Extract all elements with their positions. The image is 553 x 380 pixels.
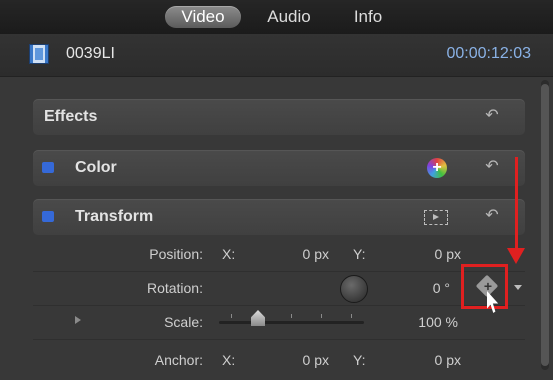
- disclosure-triangle-icon[interactable]: [75, 316, 81, 324]
- rotation-value[interactable]: 0 °: [413, 280, 450, 296]
- anchor-x-label: X:: [222, 352, 236, 368]
- annotation-arrow-line: [515, 157, 518, 253]
- inspector-tab-bar: Video Audio Info: [0, 0, 553, 34]
- slider-tick: [351, 314, 352, 318]
- scale-slider[interactable]: [219, 314, 364, 324]
- reset-icon[interactable]: ↶: [483, 207, 501, 225]
- anchor-x-value[interactable]: 0 px: [283, 352, 329, 368]
- annotation-arrow-head: [507, 248, 525, 264]
- effects-section-header[interactable]: Effects ↶: [33, 99, 525, 135]
- transform-section-header[interactable]: Transform ↶: [33, 199, 525, 235]
- position-row: Position: X: 0 px Y: 0 px: [33, 237, 525, 272]
- slider-tick: [231, 314, 232, 318]
- tab-audio[interactable]: Audio: [257, 6, 321, 28]
- scale-slider-thumb[interactable]: [251, 310, 265, 326]
- rotation-label: Rotation:: [146, 280, 203, 296]
- annotation-highlight-box: [461, 264, 508, 309]
- clip-timecode: 00:00:12:03: [446, 45, 531, 62]
- film-icon: [29, 44, 49, 64]
- scale-label: Scale:: [164, 314, 203, 330]
- rotation-dial[interactable]: [340, 275, 368, 303]
- tab-info[interactable]: Info: [342, 6, 394, 28]
- anchor-y-value[interactable]: 0 px: [415, 352, 461, 368]
- clip-header: 0039LI 00:00:12:03: [0, 34, 553, 77]
- chevron-down-icon[interactable]: [514, 285, 522, 290]
- transform-onscreen-icon[interactable]: [424, 210, 448, 225]
- scrollbar-thumb[interactable]: [541, 84, 549, 366]
- rotation-row: Rotation: 0 °: [33, 271, 525, 306]
- color-enable-checkbox[interactable]: [42, 162, 54, 173]
- position-y-label: Y:: [353, 246, 366, 262]
- anchor-label: Anchor:: [154, 352, 203, 368]
- position-x-label: X:: [222, 246, 236, 262]
- reset-icon[interactable]: ↶: [483, 158, 501, 176]
- clip-name: 0039LI: [66, 45, 115, 62]
- reset-icon[interactable]: ↶: [483, 107, 501, 125]
- transform-title: Transform: [75, 208, 154, 225]
- anchor-row: Anchor: X: 0 px Y: 0 px: [33, 343, 525, 377]
- effects-title: Effects: [44, 108, 98, 125]
- color-section-header[interactable]: Color + ↶: [33, 150, 525, 186]
- position-x-value[interactable]: 0 px: [283, 246, 329, 262]
- color-title: Color: [75, 159, 117, 176]
- transform-enable-checkbox[interactable]: [42, 211, 54, 222]
- slider-tick: [291, 314, 292, 318]
- color-add-icon[interactable]: +: [427, 158, 447, 178]
- scale-value[interactable]: 100 %: [408, 314, 458, 330]
- slider-tick: [321, 314, 322, 318]
- tab-video[interactable]: Video: [165, 6, 241, 28]
- position-label: Position:: [149, 246, 203, 262]
- position-y-value[interactable]: 0 px: [415, 246, 461, 262]
- anchor-y-label: Y:: [353, 352, 366, 368]
- scale-row: Scale: 100 %: [33, 305, 525, 340]
